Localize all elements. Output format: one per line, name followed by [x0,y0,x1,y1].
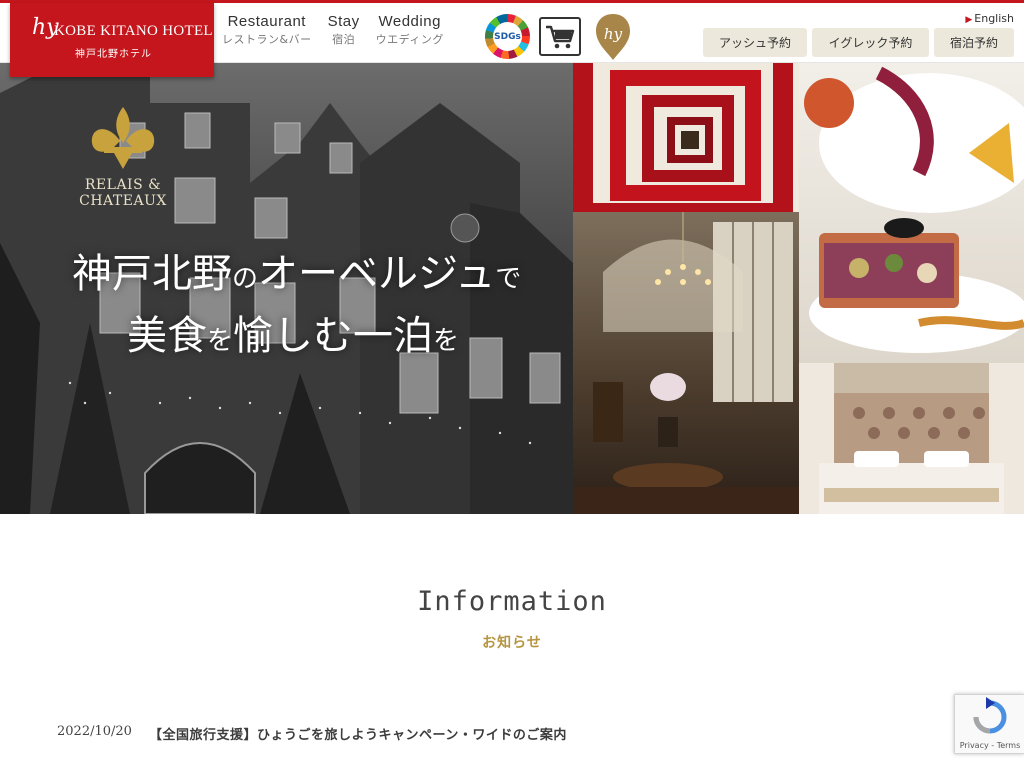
nav-wedding-sublabel: ウエディング [375,33,444,46]
svg-text:hy: hy [604,25,623,43]
news-date: 2022/10/20 [57,724,132,739]
stay-reservation-button[interactable]: 宿泊予約 [934,28,1014,57]
nav-restaurant[interactable]: Restaurant レストラン&バー [222,13,312,47]
hero-copy-1c: オーベルジュ [258,251,496,297]
emblem-text-2: CHATEAUX [79,193,167,209]
recaptcha-badge[interactable]: Privacy - Terms [954,694,1024,754]
emblem-text-1: RELAIS & [84,177,162,193]
triangle-right-icon: ▶ [965,15,973,25]
fleur-de-lis-icon [91,107,155,169]
hotel-building-photo: RELAIS & CHATEAUX 神戸北野のオーベルジュで 美食を愉しむ一泊を [0,63,573,514]
sdgs-icon[interactable]: SDGs [485,14,530,59]
hero-copy-line1: 神戸北野のオーベルジュで [72,241,521,299]
hero-copy-1a: 神戸北野 [72,251,232,297]
nav-wedding-label: Wedding [378,13,441,30]
hero-copy-1d: で [495,264,522,294]
global-nav: Restaurant レストラン&バー Stay 宿泊 Wedding ウエディ… [222,13,460,47]
english-link-label: English [974,12,1014,25]
news-item[interactable]: 2022/10/20 【全国旅行支援】ひょうごを旅しようキャンペーン・ワイドのご… [57,724,567,743]
cart-icon[interactable] [539,17,581,56]
hotel-name: KOBE KITANO HOTEL [54,23,213,39]
english-link[interactable]: ▶ English [965,12,1014,25]
hero-copy-2c: 愉しむ一泊 [233,313,434,359]
information-heading: Information [417,586,607,617]
nav-stay[interactable]: Stay 宿泊 [328,13,360,47]
hero-copy-line2: 美食を愉しむ一泊を [127,303,459,361]
news-title-link[interactable]: 【全国旅行支援】ひょうごを旅しようキャンペーン・ワイドのご案内 [149,724,567,743]
guest-room-photo [799,363,1024,514]
hotel-logo[interactable]: hy KOBE KITANO HOTEL 神戸北野ホテル [10,3,214,77]
hero-copy-2a: 美食 [127,313,207,359]
hy-pin-icon[interactable]: hy [593,12,633,62]
nav-restaurant-label: Restaurant [227,13,306,30]
hero-copy-1b: の [232,264,259,294]
relais-chateaux-emblem: RELAIS & CHATEAUX [70,103,176,213]
site-header: hy KOBE KITANO HOTEL 神戸北野ホテル Restaurant … [0,0,1024,77]
lobby-chandelier-photo [573,212,799,514]
nav-wedding[interactable]: Wedding ウエディング [376,13,444,47]
nav-stay-sublabel: 宿泊 [332,33,356,46]
information-subheading: お知らせ [482,635,542,651]
gourmet-dish-photo [799,63,1024,363]
staircase-photo [573,63,799,212]
recaptcha-icon [973,697,1007,734]
hero-section: RELAIS & CHATEAUX 神戸北野のオーベルジュで 美食を愉しむ一泊を [0,63,1024,514]
sdgs-label: SDGs [493,22,522,51]
ash-reservation-button[interactable]: アッシュ予約 [703,28,807,57]
igrec-reservation-button[interactable]: イグレック予約 [812,28,929,57]
nav-restaurant-sublabel: レストラン&バー [222,33,312,46]
hero-copy-2d: を [433,326,460,356]
hero-copy-2b: を [207,326,234,356]
nav-stay-label: Stay [327,13,360,30]
recaptcha-links[interactable]: Privacy - Terms [955,741,1024,750]
hotel-name-ja: 神戸北野ホテル [75,49,152,60]
